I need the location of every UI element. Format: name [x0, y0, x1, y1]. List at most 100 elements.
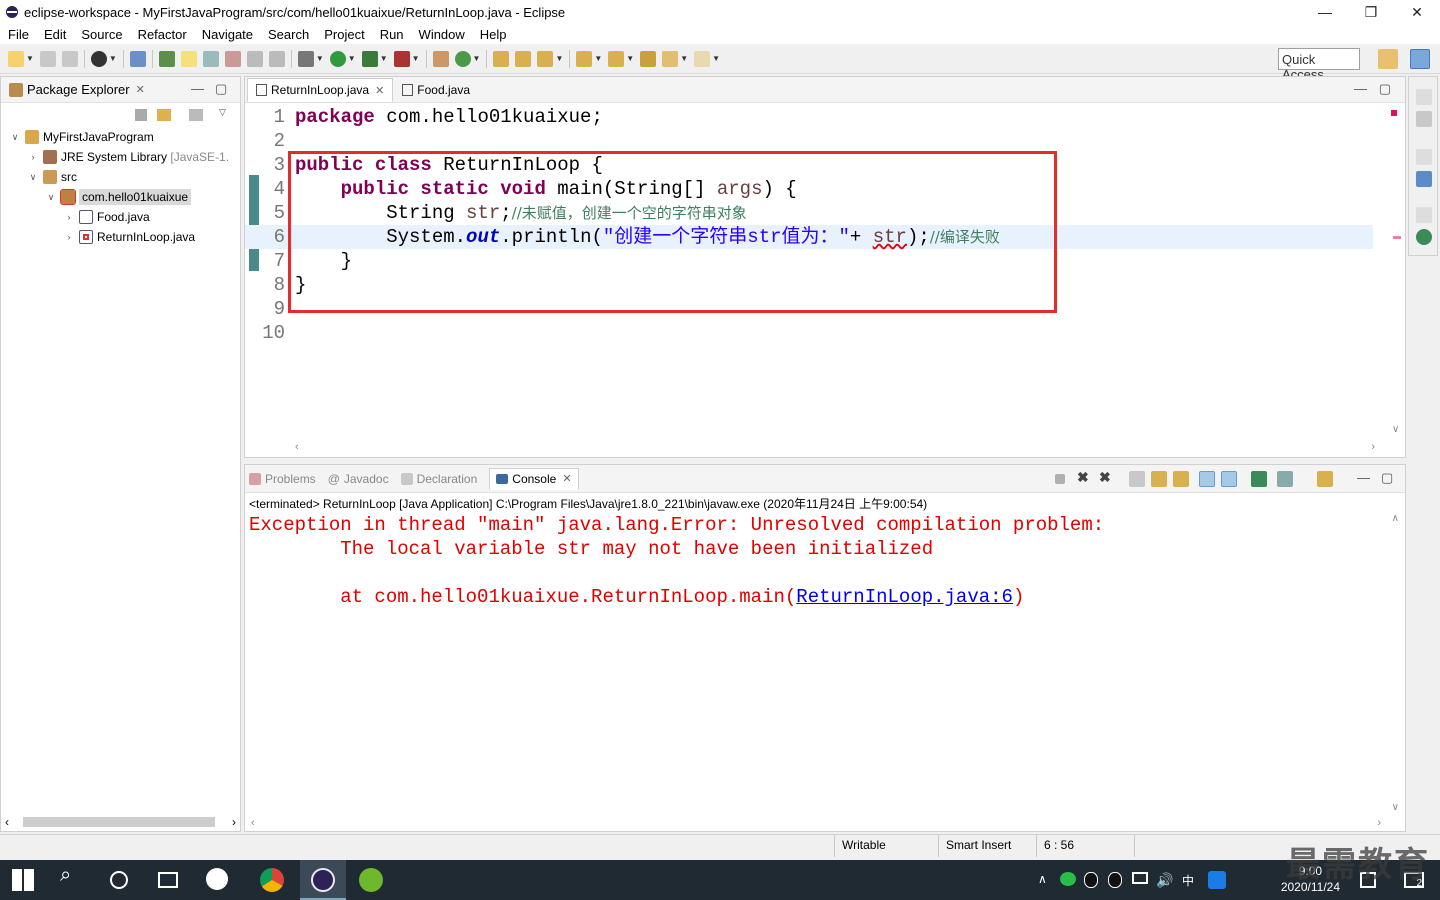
- close-tab-icon[interactable]: ✕: [562, 472, 571, 485]
- chevron-down-icon[interactable]: ▼: [26, 54, 34, 63]
- console-view-icon[interactable]: [1416, 229, 1432, 245]
- menu-window[interactable]: Window: [419, 27, 465, 42]
- back-icon[interactable]: [662, 50, 679, 67]
- restore-icon[interactable]: [1416, 149, 1432, 165]
- chevron-down-icon[interactable]: ▼: [348, 54, 356, 63]
- forward-icon[interactable]: [694, 50, 711, 67]
- scroll-right-icon[interactable]: ›: [1377, 817, 1381, 829]
- vertical-scrollbar[interactable]: ∨: [1389, 105, 1403, 439]
- network-icon[interactable]: [1132, 872, 1148, 884]
- maximize-view-icon[interactable]: ▢: [1381, 470, 1393, 486]
- menu-search[interactable]: Search: [268, 27, 309, 42]
- qq-browser-icon[interactable]: [1208, 871, 1226, 889]
- pilcrow-icon[interactable]: [268, 50, 285, 67]
- menu-file[interactable]: File: [8, 27, 29, 42]
- tray-expand-icon[interactable]: ∧: [1038, 872, 1047, 886]
- scroll-down-icon[interactable]: ∨: [1392, 424, 1399, 435]
- tab-returninloop[interactable]: ReturnInLoop.java ✕: [247, 78, 394, 102]
- tree-item-returninloop[interactable]: › ReturnInLoop.java: [1, 227, 240, 247]
- terminate-icon[interactable]: [1055, 474, 1065, 484]
- show-on-error-icon[interactable]: [1221, 471, 1237, 487]
- console-output[interactable]: Exception in thread "main" java.lang.Err…: [249, 513, 1116, 609]
- scroll-up-icon[interactable]: ∧: [1392, 513, 1399, 524]
- menu-refactor[interactable]: Refactor: [138, 27, 187, 42]
- volume-icon[interactable]: 🔊: [1156, 872, 1173, 889]
- menu-run[interactable]: Run: [380, 27, 404, 42]
- last-edit-icon[interactable]: [640, 50, 657, 67]
- tree-item-project[interactable]: ∨ MyFirstJavaProgram: [1, 127, 240, 147]
- cursor-position[interactable]: 6 : 56: [1044, 838, 1074, 852]
- expand-icon[interactable]: ∨: [27, 172, 39, 183]
- search-icon[interactable]: [537, 50, 554, 67]
- menu-edit[interactable]: Edit: [44, 27, 66, 42]
- link-with-editor-icon[interactable]: [157, 109, 171, 121]
- melon-app-icon[interactable]: [359, 868, 383, 892]
- maximize-view-icon[interactable]: ▢: [1379, 81, 1391, 97]
- search-icon[interactable]: ⌕: [60, 864, 84, 888]
- new-java-class-icon[interactable]: [454, 50, 471, 67]
- qq-icon[interactable]: [1108, 872, 1122, 888]
- coverage-icon[interactable]: [361, 50, 378, 67]
- editor-horizontal-scrollbar[interactable]: ‹ ›: [295, 441, 1375, 455]
- new-icon[interactable]: [8, 50, 24, 67]
- collapse-icon[interactable]: ›: [63, 232, 75, 242]
- menu-help[interactable]: Help: [480, 27, 507, 42]
- show-whitespace-icon[interactable]: [224, 50, 241, 67]
- maximize-button[interactable]: ❐: [1348, 0, 1394, 24]
- scroll-down-icon[interactable]: ∨: [1392, 802, 1399, 813]
- outline-icon[interactable]: [1416, 171, 1432, 187]
- external-tools-icon[interactable]: [393, 50, 410, 67]
- restore-icon[interactable]: [1416, 89, 1432, 105]
- minimize-view-icon[interactable]: —: [1357, 470, 1370, 485]
- scroll-lock-icon[interactable]: [1151, 471, 1167, 487]
- scroll-thumb[interactable]: [23, 817, 215, 827]
- minimize-view-icon[interactable]: —: [1354, 81, 1367, 96]
- highlight-icon[interactable]: [180, 50, 197, 67]
- menu-project[interactable]: Project: [324, 27, 364, 42]
- scroll-left-icon[interactable]: ‹: [5, 815, 9, 829]
- close-icon[interactable]: ✕: [136, 83, 145, 96]
- close-tab-icon[interactable]: ✕: [375, 84, 384, 97]
- debug-icon[interactable]: [297, 50, 314, 67]
- toggle-mark-icon[interactable]: [158, 50, 175, 67]
- expand-icon[interactable]: ∨: [9, 132, 21, 143]
- tree-item-food[interactable]: › Food.java: [1, 207, 240, 227]
- tree-item-jre[interactable]: › JRE System Library [JavaSE-1.: [1, 147, 240, 167]
- view-menu-icon[interactable]: [189, 109, 203, 121]
- minimize-button[interactable]: —: [1302, 0, 1348, 24]
- skip-breakpoints-icon[interactable]: [129, 50, 146, 67]
- package-explorer-title[interactable]: Package Explorer: [27, 82, 130, 97]
- restore-icon[interactable]: [1416, 207, 1432, 223]
- insert-mode-status[interactable]: Smart Insert: [946, 838, 1011, 852]
- tree-item-package[interactable]: ∨ com.hello01kuaixue: [1, 187, 240, 207]
- next-annotation-icon[interactable]: [576, 50, 593, 67]
- remove-launch-icon[interactable]: ✖: [1077, 469, 1093, 485]
- tab-problems[interactable]: Problems: [249, 472, 316, 486]
- scroll-left-icon[interactable]: ‹: [251, 817, 255, 829]
- clear-console-icon[interactable]: [1129, 471, 1145, 487]
- pinwheel-app-icon[interactable]: [206, 868, 228, 890]
- java-perspective-icon[interactable]: [1410, 49, 1430, 69]
- scroll-right-icon[interactable]: ›: [232, 815, 236, 829]
- cortana-icon[interactable]: [110, 871, 128, 889]
- run-icon[interactable]: [329, 50, 346, 67]
- tab-javadoc[interactable]: @ Javadoc: [328, 472, 389, 486]
- expand-icon[interactable]: ∨: [45, 192, 57, 203]
- tab-declaration[interactable]: Declaration: [400, 472, 477, 486]
- chrome-icon[interactable]: [260, 868, 284, 892]
- block-select-icon[interactable]: [246, 50, 263, 67]
- collapse-all-icon[interactable]: [135, 109, 147, 121]
- wechat-icon[interactable]: [1060, 872, 1076, 886]
- scroll-right-icon[interactable]: ›: [1371, 441, 1375, 453]
- new-java-package-icon[interactable]: [432, 50, 449, 67]
- menu-source[interactable]: Source: [81, 27, 122, 42]
- collapse-icon[interactable]: ›: [63, 212, 75, 222]
- chevron-down-icon[interactable]: ▽: [219, 107, 226, 118]
- word-wrap-icon[interactable]: [1173, 471, 1189, 487]
- open-type-icon[interactable]: [493, 50, 510, 67]
- display-console-icon[interactable]: [1277, 471, 1293, 487]
- save-icon[interactable]: [39, 50, 56, 67]
- maximize-view-icon[interactable]: ▢: [215, 81, 227, 97]
- qq-icon[interactable]: [1084, 872, 1098, 888]
- annotation-icon[interactable]: [202, 50, 219, 67]
